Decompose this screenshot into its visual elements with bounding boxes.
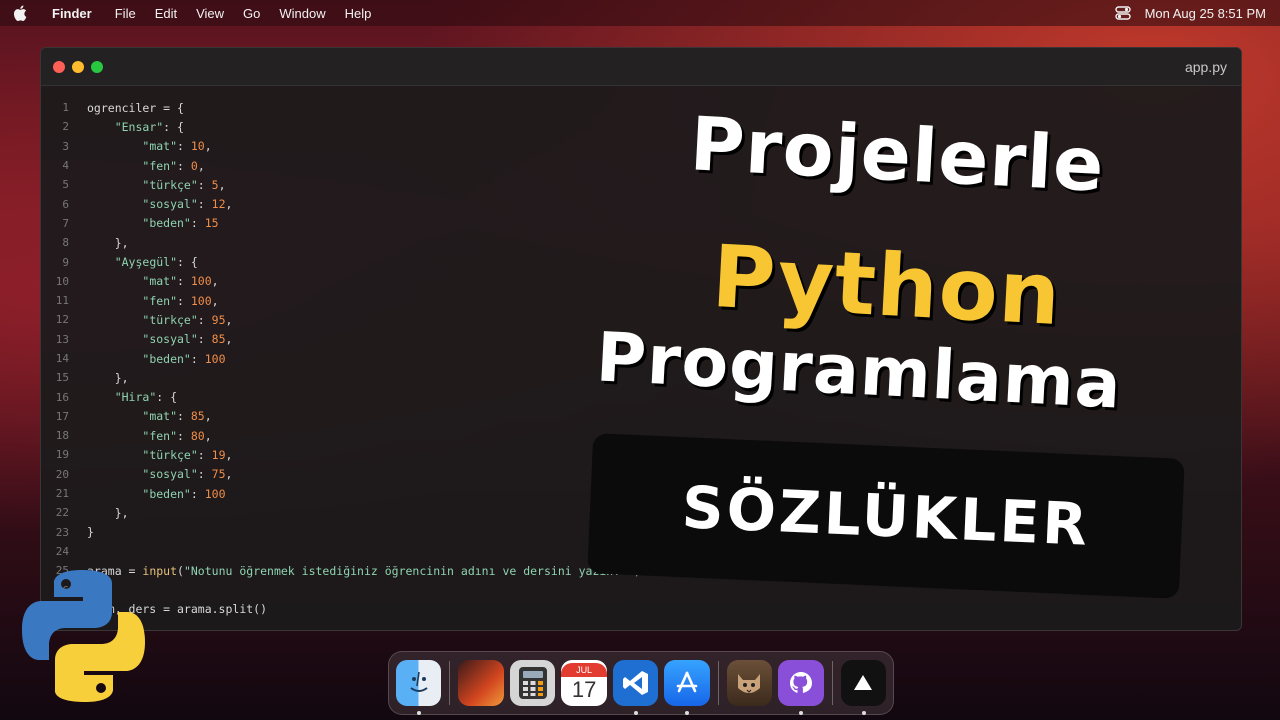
code-text[interactable]: "beden": 100 xyxy=(87,352,225,366)
cat-app-icon[interactable] xyxy=(726,660,773,706)
control-center-icon[interactable] xyxy=(1114,6,1131,20)
zoom-button[interactable] xyxy=(91,60,103,73)
line-number: 15 xyxy=(55,371,69,385)
calculator-icon[interactable] xyxy=(509,660,556,706)
line-number: 3 xyxy=(62,139,69,153)
line-number: 24 xyxy=(55,544,69,558)
calendar-day: 17 xyxy=(571,677,597,702)
line-number: 4 xyxy=(62,159,69,173)
running-indicator xyxy=(861,711,866,715)
code-text[interactable]: "fen": 80, xyxy=(87,429,211,443)
line-number: 12 xyxy=(55,313,69,327)
line-number: 17 xyxy=(55,409,69,423)
line-number: 2 xyxy=(62,120,69,134)
code-text[interactable]: "sosyal": 75, xyxy=(87,467,232,481)
code-text[interactable]: "fen": 100, xyxy=(87,294,218,308)
menu-edit[interactable]: Edit xyxy=(155,6,177,21)
close-button[interactable] xyxy=(53,60,65,73)
line-number: 10 xyxy=(55,274,69,288)
code-text[interactable]: "beden": 15 xyxy=(87,216,218,230)
line-number: 11 xyxy=(55,294,69,308)
line-number: 13 xyxy=(55,332,69,346)
menu-finder[interactable]: Finder xyxy=(52,6,92,21)
code-line[interactable]: 7 "beden": 15 xyxy=(41,214,1241,233)
file-tab-title: app.py xyxy=(1184,58,1227,75)
code-text[interactable]: } xyxy=(87,525,94,539)
code-text[interactable]: "beden": 100 xyxy=(87,487,225,501)
line-number: 6 xyxy=(62,197,69,211)
menu-window[interactable]: Window xyxy=(279,6,325,21)
code-text[interactable]: "türkçe": 5, xyxy=(87,178,225,192)
apple-icon[interactable] xyxy=(14,5,28,21)
line-number: 21 xyxy=(55,487,69,501)
calendar-month: JUL xyxy=(561,663,607,677)
running-indicator xyxy=(417,711,421,715)
code-line[interactable]: 27isim, ders = arama.split() xyxy=(41,600,1241,619)
menu-view[interactable]: View xyxy=(196,6,224,21)
dock-separator xyxy=(449,661,451,705)
app-store-icon[interactable] xyxy=(664,660,710,715)
line-number: 5 xyxy=(62,178,69,192)
macos-icon[interactable] xyxy=(458,660,504,706)
line-number: 22 xyxy=(55,506,69,520)
code-text[interactable]: "sosyal": 85, xyxy=(87,332,232,346)
code-text[interactable]: "Hira": { xyxy=(87,390,177,404)
code-text[interactable]: }, xyxy=(87,236,129,250)
play-app-icon[interactable] xyxy=(840,660,887,715)
menu-clock[interactable]: Mon Aug 25 8:51 PM xyxy=(1145,6,1266,21)
code-text[interactable]: "mat": 10, xyxy=(87,139,211,153)
code-line[interactable]: 1 ogrenciler = { xyxy=(41,98,1241,117)
line-number: 14 xyxy=(55,352,69,365)
line-number: 1 xyxy=(62,101,69,115)
line-number: 18 xyxy=(55,429,69,443)
line-number: 20 xyxy=(55,467,69,481)
running-indicator xyxy=(633,711,638,715)
line-number: 9 xyxy=(62,255,69,269)
dock-separator xyxy=(717,661,719,705)
line-number: 16 xyxy=(55,390,69,404)
topic-banner-text: SÖZLÜKLER xyxy=(680,473,1092,559)
dock: JUL 17 xyxy=(388,651,894,715)
code-text[interactable]: arama = input("Notunu öğrenmek istediğin… xyxy=(87,564,641,578)
code-text[interactable]: ogrenciler = { xyxy=(87,101,184,115)
github-desktop-icon[interactable] xyxy=(778,660,824,715)
code-text[interactable]: "mat": 85, xyxy=(87,409,211,423)
topic-banner: SÖZLÜKLER xyxy=(587,433,1185,599)
line-number: 19 xyxy=(55,448,69,462)
menu-file[interactable]: File xyxy=(115,6,136,21)
code-text[interactable]: "Ensar": { xyxy=(87,120,184,134)
finder-icon[interactable] xyxy=(396,660,442,715)
window-titlebar[interactable]: app.py xyxy=(41,48,1241,86)
menu-go[interactable]: Go xyxy=(243,6,260,21)
code-text[interactable]: "türkçe": 95, xyxy=(87,313,232,327)
vscode-icon[interactable] xyxy=(612,660,659,715)
line-number: 8 xyxy=(62,236,69,250)
code-text[interactable]: "türkçe": 19, xyxy=(87,448,232,462)
menu-bar: Finder File Edit View Go Window Help Mon… xyxy=(0,0,1280,26)
running-indicator xyxy=(799,711,804,715)
running-indicator xyxy=(685,711,690,715)
python-logo-icon xyxy=(14,566,154,706)
menu-help[interactable]: Help xyxy=(345,6,372,21)
line-number: 23 xyxy=(55,525,69,539)
code-text[interactable]: }, xyxy=(87,371,129,385)
line-number: 7 xyxy=(62,216,69,230)
code-text[interactable]: "sosyal": 12, xyxy=(87,197,232,211)
code-text[interactable]: "Ayşegül": { xyxy=(87,255,198,269)
dock-separator xyxy=(831,661,833,705)
code-text[interactable]: "fen": 0, xyxy=(87,159,204,173)
minimize-button[interactable] xyxy=(72,60,84,73)
calendar-icon[interactable]: JUL 17 xyxy=(561,660,607,706)
code-text[interactable]: "mat": 100, xyxy=(87,274,218,288)
code-text[interactable]: }, xyxy=(87,506,129,520)
